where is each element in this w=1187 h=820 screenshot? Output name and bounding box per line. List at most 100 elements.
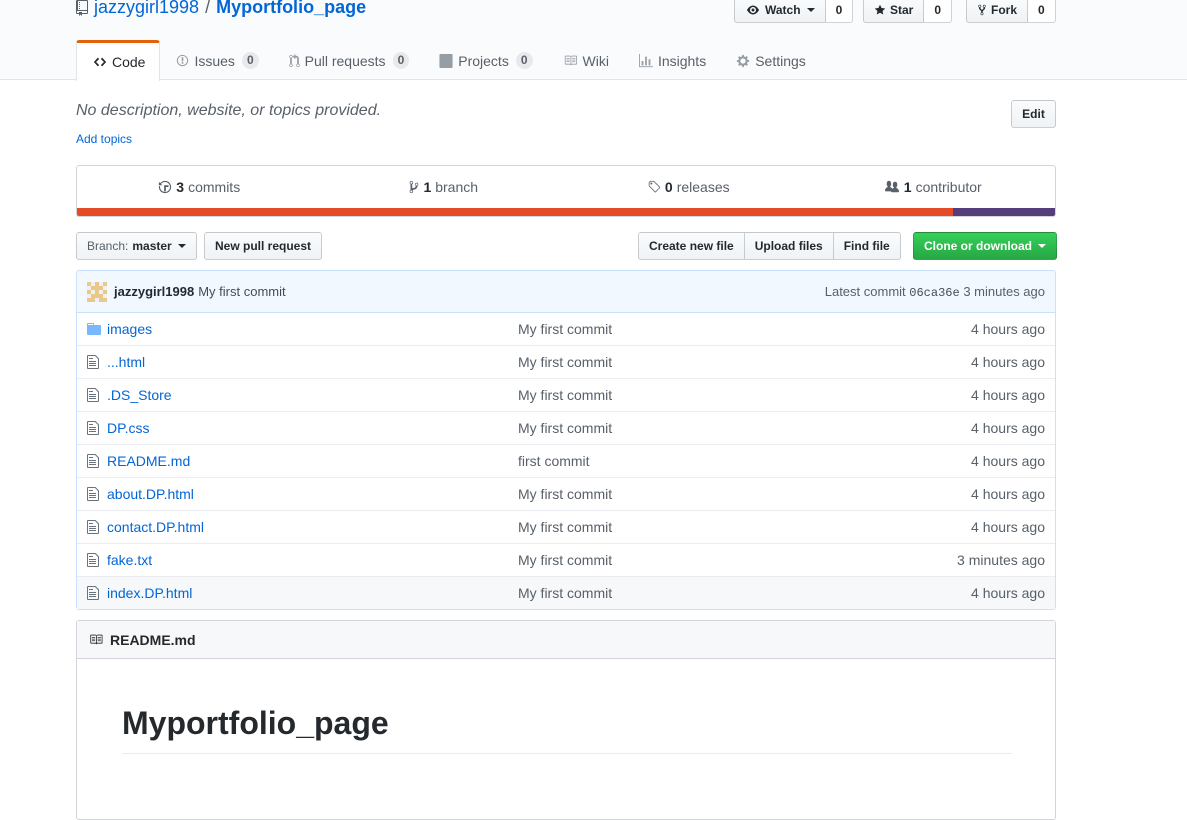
file-name-link[interactable]: fake.txt <box>107 552 518 568</box>
tab-label: Settings <box>755 52 806 69</box>
issues-counter: 0 <box>241 52 259 69</box>
history-icon <box>159 180 172 194</box>
create-new-file-button[interactable]: Create new file <box>638 232 745 260</box>
file-icon <box>77 354 107 370</box>
commit-author-link[interactable]: jazzygirl1998 <box>114 284 194 299</box>
tab-label: Code <box>112 54 146 70</box>
file-commit-message[interactable]: My first commit <box>518 519 855 535</box>
readme-box: README.md Myportfolio_page <box>76 620 1056 820</box>
file-commit-message[interactable]: My first commit <box>518 354 855 370</box>
file-commit-message[interactable]: My first commit <box>518 552 855 568</box>
fork-group: Fork 0 <box>966 0 1056 23</box>
commit-sha-link[interactable]: 06ca36e <box>909 286 959 300</box>
file-commit-message[interactable]: first commit <box>518 453 855 469</box>
file-name-link[interactable]: about.DP.html <box>107 486 518 502</box>
language-segment <box>77 208 954 216</box>
repo-name-link[interactable]: Myportfolio_page <box>216 0 366 18</box>
language-bar[interactable] <box>77 208 1055 216</box>
file-row: DP.css My first commit 4 hours ago <box>77 411 1055 444</box>
file-commit-message[interactable]: My first commit <box>518 420 855 436</box>
file-name-link[interactable]: images <box>107 321 518 337</box>
fork-count[interactable]: 0 <box>1028 0 1056 23</box>
file-age: 4 hours ago <box>971 354 1045 370</box>
file-age: 3 minutes ago <box>957 552 1045 568</box>
file-commit-message[interactable]: My first commit <box>518 387 855 403</box>
book-icon <box>564 55 577 66</box>
repo-owner-link[interactable]: jazzygirl1998 <box>94 0 199 18</box>
file-age: 4 hours ago <box>971 585 1045 601</box>
repo-header: jazzygirl1998 / Myportfolio_page Watch 0… <box>0 0 1187 81</box>
file-row: fake.txt My first commit 3 minutes ago <box>77 543 1055 576</box>
star-icon <box>874 4 886 15</box>
tab-wiki[interactable]: Wiki <box>547 40 623 81</box>
branch-select-label: Branch: <box>87 239 129 253</box>
tab-code[interactable]: Code <box>76 40 161 81</box>
star-button[interactable]: Star <box>863 0 925 23</box>
file-name-link[interactable]: contact.DP.html <box>107 519 518 535</box>
code-icon <box>93 57 107 67</box>
file-row: images My first commit 4 hours ago <box>77 312 1055 345</box>
tab-projects[interactable]: Projects 0 <box>423 40 546 81</box>
tab-label: Wiki <box>582 52 609 69</box>
file-commit-message[interactable]: My first commit <box>518 321 855 337</box>
file-commit-message[interactable]: My first commit <box>518 486 855 502</box>
eye-icon <box>747 5 759 15</box>
repo-title: jazzygirl1998 / Myportfolio_page <box>76 0 366 18</box>
file-icon <box>77 519 107 535</box>
tab-label: Pull requests <box>304 52 386 69</box>
watch-count[interactable]: 0 <box>825 0 854 23</box>
branches-link[interactable]: 1 branch <box>322 166 567 208</box>
tab-label: Insights <box>657 52 707 69</box>
fork-button[interactable]: Fork <box>966 0 1029 23</box>
latest-commit-info: Latest commit 06ca36e 3 minutes ago <box>825 284 1045 300</box>
file-name-link[interactable]: DP.css <box>107 420 518 436</box>
tab-pull-requests[interactable]: Pull requests 0 <box>273 40 424 81</box>
releases-count: 0 <box>664 179 673 195</box>
file-name-link[interactable]: ...html <box>107 354 518 370</box>
file-actions-group: Create new file Upload files Find file <box>638 232 901 260</box>
contributor-count: 1 <box>903 179 912 195</box>
contributors-link[interactable]: 1 contributor <box>811 166 1056 208</box>
repo-nav: Code Issues 0 Pull requests 0 Projects 0… <box>76 40 820 81</box>
file-row: contact.DP.html My first commit 4 hours ag… <box>77 510 1055 543</box>
file-list: images My first commit 4 hours ago ...html M… <box>76 312 1056 610</box>
file-name-link[interactable]: README.md <box>107 453 518 469</box>
file-icon <box>77 486 107 502</box>
file-commit-message[interactable]: My first commit <box>518 585 855 601</box>
tab-insights[interactable]: Insights <box>623 40 720 81</box>
upload-files-button[interactable]: Upload files <box>743 232 834 260</box>
file-name-link[interactable]: index.DP.html <box>107 585 518 601</box>
tab-settings[interactable]: Settings <box>720 40 820 81</box>
watch-button[interactable]: Watch <box>734 0 826 23</box>
file-row: .DS_Store My first commit 4 hours ago <box>77 378 1055 411</box>
tag-icon <box>648 180 661 193</box>
branch-icon <box>410 180 419 194</box>
file-name-link[interactable]: .DS_Store <box>107 387 518 403</box>
star-count[interactable]: 0 <box>924 0 953 23</box>
issue-icon <box>177 54 189 67</box>
file-icon <box>77 420 107 436</box>
fork-label: Fork <box>991 3 1018 17</box>
commit-message-link[interactable]: My first commit <box>198 284 285 299</box>
file-row: ...html My first commit 4 hours ago <box>77 345 1055 378</box>
pull-requests-counter: 0 <box>392 52 410 69</box>
watch-label: Watch <box>765 3 801 17</box>
file-age: 4 hours ago <box>971 320 1045 337</box>
tab-label: Issues <box>194 52 235 69</box>
add-topics-link[interactable]: Add topics <box>76 132 132 146</box>
tab-issues[interactable]: Issues 0 <box>160 40 272 81</box>
branch-select-value: master <box>132 239 172 253</box>
people-icon <box>884 180 899 193</box>
file-icon <box>77 453 107 469</box>
commits-link[interactable]: 3 commits <box>77 166 322 208</box>
branch-select-button[interactable]: Branch: master <box>76 232 197 260</box>
clone-or-download-button[interactable]: Clone or download <box>913 232 1057 260</box>
avatar[interactable] <box>87 281 107 302</box>
new-pull-request-button[interactable]: New pull request <box>204 232 323 260</box>
latest-commit-bar: jazzygirl1998 My first commit Latest com… <box>76 270 1056 313</box>
edit-button[interactable]: Edit <box>1011 100 1056 128</box>
releases-link[interactable]: 0 releases <box>566 166 811 208</box>
clone-label: Clone or download <box>924 239 1032 253</box>
find-file-button[interactable]: Find file <box>832 232 901 260</box>
book-icon <box>90 634 103 645</box>
